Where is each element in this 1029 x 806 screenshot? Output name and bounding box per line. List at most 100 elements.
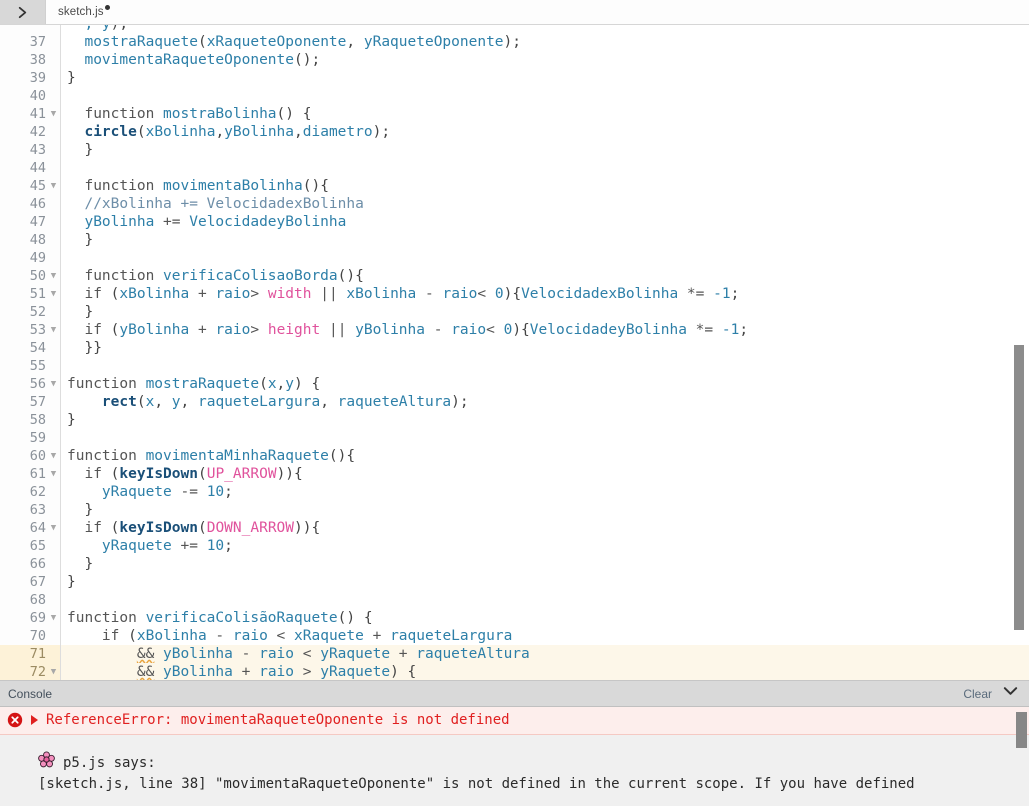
line-number[interactable]: 45 ▼ — [0, 177, 56, 195]
line-number[interactable]: 65 — [0, 537, 48, 555]
code-line[interactable]: 72 ▼ && yBolinha + raio > yRaquete) { — [0, 663, 1029, 680]
code-line[interactable]: 48 } — [0, 231, 1029, 249]
editor-scrollbar-track[interactable] — [1013, 25, 1027, 680]
code-line[interactable]: 65 yRaquete += 10; — [0, 537, 1029, 555]
line-number[interactable]: 43 — [0, 141, 48, 159]
line-number[interactable]: 71 — [0, 645, 48, 663]
code-line[interactable]: 68 — [0, 591, 1029, 609]
console-clear-button[interactable]: Clear — [963, 687, 992, 701]
console-body[interactable]: ReferenceError: movimentaRaqueteOponente… — [0, 707, 1029, 806]
line-number[interactable]: 59 — [0, 429, 48, 447]
code-line[interactable]: 46 //xBolinha += VelocidadexBolinha — [0, 195, 1029, 213]
line-number[interactable]: 55 — [0, 357, 48, 375]
code-line[interactable]: 60 ▼ function movimentaMinhaRaquete(){ — [0, 447, 1029, 465]
code-line[interactable]: 49 — [0, 249, 1029, 267]
console-error-message[interactable]: ReferenceError: movimentaRaqueteOponente… — [0, 707, 1029, 735]
console-collapse-button[interactable] — [1002, 684, 1019, 703]
line-number[interactable]: 70 — [0, 627, 48, 645]
line-number[interactable]: 51 ▼ — [0, 285, 56, 303]
line-number[interactable]: 64 ▼ — [0, 519, 56, 537]
code-line[interactable]: 55 — [0, 357, 1029, 375]
line-number[interactable]: 42 — [0, 123, 48, 141]
line-number[interactable]: 40 — [0, 87, 48, 105]
line-number[interactable]: 39 — [0, 69, 48, 87]
sidebar-toggle-button[interactable] — [0, 0, 46, 24]
code-line[interactable]: 56 ▼ function mostraRaquete(x,y) { — [0, 375, 1029, 393]
code-line[interactable]: 57 rect(x, y, raqueteLargura, raqueteAlt… — [0, 393, 1029, 411]
line-number[interactable]: 48 — [0, 231, 48, 249]
line-number[interactable]: 69 ▼ — [0, 609, 56, 627]
fold-triangle-icon[interactable]: ▼ — [48, 177, 59, 195]
fold-triangle-icon[interactable]: ▼ — [48, 285, 59, 303]
code-line[interactable]: 47 yBolinha += VelocidadeyBolinha — [0, 213, 1029, 231]
line-number[interactable]: 50 ▼ — [0, 267, 56, 285]
code-token: raqueteAltura — [416, 646, 530, 662]
code-line[interactable]: 50 ▼ function verificaColisaoBorda(){ — [0, 267, 1029, 285]
code-line[interactable]: 62 yRaquete -= 10; — [0, 483, 1029, 501]
line-number[interactable]: 57 — [0, 393, 48, 411]
code-line[interactable]: 53 ▼ if (yBolinha + raio> height || yBoli… — [0, 321, 1029, 339]
code-line[interactable]: 64 ▼ if (keyIsDown(DOWN_ARROW)){ — [0, 519, 1029, 537]
code-line[interactable]: 54 }} — [0, 339, 1029, 357]
line-number[interactable]: 53 ▼ — [0, 321, 56, 339]
code-line[interactable]: 52 } — [0, 303, 1029, 321]
line-number[interactable]: 47 — [0, 213, 48, 231]
code-line[interactable]: 66 } — [0, 555, 1029, 573]
line-number[interactable]: 66 — [0, 555, 48, 573]
caret-right-icon[interactable] — [30, 714, 39, 726]
line-number[interactable]: 72 ▼ — [0, 663, 56, 680]
fold-triangle-icon[interactable]: ▼ — [48, 609, 59, 627]
editor-scrollbar-thumb[interactable] — [1014, 345, 1024, 630]
code-line[interactable]: 39} — [0, 69, 1029, 87]
fold-triangle-icon[interactable]: ▼ — [48, 447, 59, 465]
code-lines-container[interactable]: , y);37 mostraRaquete(xRaqueteOponente, … — [0, 25, 1029, 680]
fold-triangle-icon[interactable]: ▼ — [48, 663, 59, 680]
file-tab-sketch-js[interactable]: sketch.js — [58, 5, 110, 18]
code-line[interactable]: 63 } — [0, 501, 1029, 519]
line-number[interactable]: 54 — [0, 339, 48, 357]
code-token: ){ — [503, 286, 522, 302]
code-line[interactable]: 59 — [0, 429, 1029, 447]
line-number[interactable]: 56 ▼ — [0, 375, 56, 393]
code-line[interactable]: 71 && yBolinha - raio < yRaquete + raque… — [0, 645, 1029, 663]
code-line[interactable]: 70 if (xBolinha - raio < xRaquete + raqu… — [0, 627, 1029, 645]
code-line[interactable]: 38 movimentaRaqueteOponente(); — [0, 51, 1029, 69]
line-number[interactable]: 38 — [0, 51, 48, 69]
code-line[interactable]: 40 — [0, 87, 1029, 105]
line-number[interactable]: 37 — [0, 33, 48, 51]
code-token: } — [67, 412, 76, 428]
fold-triangle-icon[interactable]: ▼ — [48, 375, 59, 393]
line-number[interactable]: 58 — [0, 411, 48, 429]
line-number[interactable]: 46 — [0, 195, 48, 213]
code-line[interactable]: 43 } — [0, 141, 1029, 159]
line-number[interactable]: 61 ▼ — [0, 465, 56, 483]
fold-triangle-icon[interactable]: ▼ — [48, 321, 59, 339]
code-line[interactable]: 69 ▼ function verificaColisãoRaquete() { — [0, 609, 1029, 627]
fold-triangle-icon[interactable]: ▼ — [48, 465, 59, 483]
line-number[interactable]: 63 — [0, 501, 48, 519]
line-number[interactable]: 60 ▼ — [0, 447, 56, 465]
line-number[interactable]: 67 — [0, 573, 48, 591]
console-scrollbar-thumb[interactable] — [1016, 712, 1027, 748]
code-line[interactable]: 61 ▼ if (keyIsDown(UP_ARROW)){ — [0, 465, 1029, 483]
code-line[interactable]: 58} — [0, 411, 1029, 429]
code-editor[interactable]: , y);37 mostraRaquete(xRaqueteOponente, … — [0, 25, 1029, 680]
code-line[interactable]: 37 mostraRaquete(xRaqueteOponente, yRaqu… — [0, 33, 1029, 51]
code-line[interactable]: 45 ▼ function movimentaBolinha(){ — [0, 177, 1029, 195]
line-number[interactable]: 52 — [0, 303, 48, 321]
code-line[interactable]: 42 circle(xBolinha,yBolinha,diametro); — [0, 123, 1029, 141]
fold-triangle-icon[interactable]: ▼ — [48, 105, 59, 123]
code-line[interactable]: 44 — [0, 159, 1029, 177]
line-number[interactable]: 62 — [0, 483, 48, 501]
code-line[interactable]: 67} — [0, 573, 1029, 591]
line-number[interactable]: 41 ▼ — [0, 105, 56, 123]
code-line[interactable]: 41 ▼ function mostraBolinha() { — [0, 105, 1029, 123]
code-line[interactable]: 51 ▼ if (xBolinha + raio> width || xBolin… — [0, 285, 1029, 303]
line-number[interactable]: 68 — [0, 591, 48, 609]
fold-triangle-icon[interactable]: ▼ — [48, 267, 59, 285]
line-number[interactable]: 44 — [0, 159, 48, 177]
fold-triangle-icon[interactable]: ▼ — [48, 519, 59, 537]
line-number[interactable]: 49 — [0, 249, 48, 267]
